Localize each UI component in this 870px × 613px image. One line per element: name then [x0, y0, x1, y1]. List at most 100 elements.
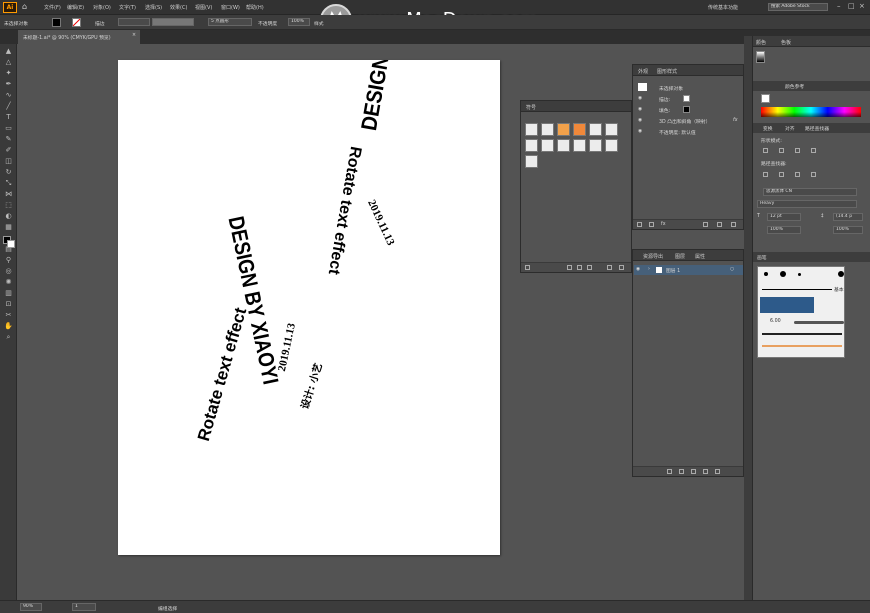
layer-target-icon[interactable]: ○: [730, 267, 734, 272]
menu-view[interactable]: 视图(V): [195, 4, 212, 11]
menu-select[interactable]: 选择(S): [145, 4, 162, 11]
horizontal-scale-field[interactable]: 100%: [767, 226, 801, 234]
layer-expand-icon[interactable]: ›: [648, 267, 650, 272]
brush-definition-field[interactable]: 5 点圆形: [208, 18, 252, 26]
gradient-preview[interactable]: [756, 51, 765, 63]
delete-layer-icon[interactable]: [715, 469, 720, 474]
break-link-icon[interactable]: [577, 265, 582, 270]
brush-ink-stroke[interactable]: [762, 333, 842, 335]
symbol-thumb[interactable]: [573, 139, 586, 152]
shaper-tool-icon[interactable]: ✐: [4, 146, 13, 154]
symbol-sprayer-tool-icon[interactable]: ✺: [4, 278, 13, 286]
brush-dot[interactable]: [798, 273, 801, 276]
menu-type[interactable]: 文字(T): [119, 4, 136, 11]
symbol-thumb[interactable]: [605, 123, 618, 136]
brushes-list[interactable]: 基本 6.00: [757, 266, 845, 358]
divide-icon[interactable]: [763, 172, 768, 177]
selection-tool-icon[interactable]: ▲: [4, 47, 13, 55]
zoom-tool-icon[interactable]: ⌕: [4, 333, 13, 341]
artboard-tool-icon[interactable]: ⊡: [4, 300, 13, 308]
fill-row-swatch[interactable]: [683, 106, 690, 113]
rectangle-tool-icon[interactable]: ▭: [4, 124, 13, 132]
symbol-thumb[interactable]: [541, 123, 554, 136]
visibility-eye-icon[interactable]: ◉: [638, 129, 642, 134]
menu-file[interactable]: 文件(F): [44, 4, 61, 11]
slice-tool-icon[interactable]: ✂: [4, 311, 13, 319]
rotate-tool-icon[interactable]: ↻: [4, 168, 13, 176]
trim-icon[interactable]: [779, 172, 784, 177]
zoom-field[interactable]: 90%: [20, 603, 42, 611]
unite-icon[interactable]: [763, 148, 768, 153]
font-family-field[interactable]: 思源黑体 CN: [763, 188, 857, 196]
new-sublayer-icon[interactable]: [691, 469, 696, 474]
pen-tool-icon[interactable]: ✒: [4, 80, 13, 88]
tab-asset-export[interactable]: 资源导出: [643, 253, 663, 260]
fill-swatch[interactable]: [52, 18, 61, 27]
type-tool-icon[interactable]: T: [4, 113, 13, 121]
stock-search-input[interactable]: 搜索 Adobe Stock: [768, 3, 828, 11]
symbol-thumb[interactable]: [573, 123, 586, 136]
vertical-scale-field[interactable]: 100%: [833, 226, 863, 234]
artboard[interactable]: DESIGN BY XIAOYI DESIGN BY XIAOYI Rotate…: [118, 60, 500, 555]
minus-front-icon[interactable]: [779, 148, 784, 153]
menu-help[interactable]: 帮助(H): [246, 4, 264, 11]
locate-object-icon[interactable]: [667, 469, 672, 474]
menu-window[interactable]: 窗口(W): [221, 4, 240, 11]
layer-row[interactable]: ◉ › 图层 1 ○: [634, 265, 743, 275]
tab-close-icon[interactable]: ×: [132, 33, 136, 38]
brush-charcoal-stroke[interactable]: [794, 321, 844, 324]
free-transform-tool-icon[interactable]: ⬚: [4, 201, 13, 209]
minimize-icon[interactable]: –: [837, 2, 841, 10]
symbol-thumb[interactable]: [525, 155, 538, 168]
magic-wand-tool-icon[interactable]: ✦: [4, 69, 13, 77]
home-icon[interactable]: ⌂: [22, 3, 30, 11]
maximize-icon[interactable]: □: [848, 2, 855, 10]
color-guide-label[interactable]: 颜色参考: [785, 83, 804, 90]
paintbrush-tool-icon[interactable]: ✎: [4, 135, 13, 143]
font-style-field[interactable]: Heavy: [757, 200, 857, 208]
clipping-mask-icon[interactable]: [679, 469, 684, 474]
tab-swatches-top[interactable]: 色板: [781, 39, 791, 46]
symbols-panel-title[interactable]: 符号: [526, 104, 536, 111]
place-symbol-icon[interactable]: [567, 265, 572, 270]
new-layer-icon[interactable]: [703, 469, 708, 474]
crop-icon[interactable]: [811, 172, 816, 177]
scale-tool-icon[interactable]: ⤡: [4, 179, 13, 187]
brush-dot[interactable]: [838, 271, 844, 277]
workspace-switcher[interactable]: 传统基本功能: [708, 4, 738, 11]
delete-symbol-icon[interactable]: [619, 265, 624, 270]
brush-dot[interactable]: [780, 271, 786, 277]
tab-transform[interactable]: 变换: [763, 125, 773, 132]
symbol-thumb[interactable]: [589, 139, 602, 152]
brush-pattern-selected[interactable]: [760, 297, 814, 313]
symbol-thumb[interactable]: [557, 123, 570, 136]
visibility-eye-icon[interactable]: ◉: [638, 107, 642, 112]
clear-appearance-icon[interactable]: [703, 222, 708, 227]
variable-width-field[interactable]: [152, 18, 194, 26]
tab-appearance[interactable]: 外观: [638, 68, 648, 75]
column-graph-tool-icon[interactable]: ▥: [4, 289, 13, 297]
leading-field[interactable]: (14.4 p: [833, 213, 863, 221]
hand-tool-icon[interactable]: ✋: [4, 322, 13, 330]
layer-name[interactable]: 图层 1: [666, 267, 680, 274]
stroke-swatch[interactable]: [72, 18, 81, 27]
add-fill-icon[interactable]: [649, 222, 654, 227]
symbol-libraries-icon[interactable]: [525, 265, 530, 270]
curvature-tool-icon[interactable]: ∿: [4, 91, 13, 99]
tab-color[interactable]: 颜色: [756, 39, 766, 46]
stroke-weight-field[interactable]: [118, 18, 150, 26]
appearance-row-fill[interactable]: 填色:: [659, 107, 670, 114]
brush-dot[interactable]: [764, 272, 768, 276]
menu-edit[interactable]: 编辑(E): [67, 4, 84, 11]
fx-label[interactable]: fx: [733, 118, 738, 123]
shape-builder-tool-icon[interactable]: ◐: [4, 212, 13, 220]
direct-selection-tool-icon[interactable]: △: [4, 58, 13, 66]
menu-effect[interactable]: 效果(C): [170, 4, 187, 11]
symbol-options-icon[interactable]: [587, 265, 592, 270]
blend-tool-icon[interactable]: ◎: [4, 267, 13, 275]
tab-align[interactable]: 对齐: [785, 125, 795, 132]
add-effect-icon[interactable]: fx: [661, 222, 666, 227]
tab-pathfinder[interactable]: 路径查找器: [805, 125, 829, 132]
symbol-thumb[interactable]: [525, 123, 538, 136]
artwork-ring[interactable]: DESIGN BY XIAOYI DESIGN BY XIAOYI Rotate…: [194, 60, 426, 443]
